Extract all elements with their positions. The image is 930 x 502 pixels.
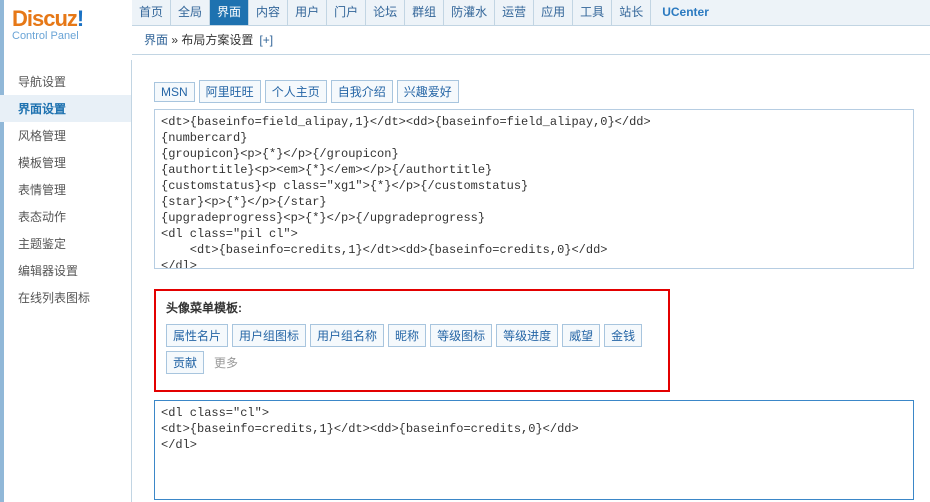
tag1-4[interactable]: 兴趣爱好 [397, 80, 459, 103]
topnav-item-6[interactable]: 论坛 [366, 0, 405, 25]
topnav-item-7[interactable]: 群组 [405, 0, 444, 25]
breadcrumb-sep: » [168, 33, 181, 47]
topnav-item-11[interactable]: 工具 [573, 0, 612, 25]
topnav-item-4[interactable]: 用户 [288, 0, 327, 25]
sidebar-item-1[interactable]: 界面设置 [0, 95, 131, 122]
breadcrumb-root[interactable]: 界面 [144, 33, 168, 47]
tag2-5[interactable]: 等级进度 [496, 324, 558, 347]
logo-subtitle: Control Panel [12, 30, 120, 42]
tag2-2[interactable]: 用户组名称 [310, 324, 384, 347]
tag2-4[interactable]: 等级图标 [430, 324, 492, 347]
tag2-1[interactable]: 用户组图标 [232, 324, 306, 347]
tag2-7[interactable]: 金钱 [604, 324, 642, 347]
more-tags[interactable]: 更多 [208, 352, 244, 373]
topnav-item-1[interactable]: 全局 [171, 0, 210, 25]
tag-row-2: 属性名片用户组图标用户组名称昵称等级图标等级进度威望金钱贡献更多 [166, 324, 658, 374]
breadcrumb-plus[interactable]: [+] [259, 33, 273, 47]
tag1-3[interactable]: 自我介绍 [331, 80, 393, 103]
sidebar-item-6[interactable]: 主题鉴定 [0, 230, 131, 257]
logo-text: Discuz [12, 6, 77, 31]
tag1-2[interactable]: 个人主页 [265, 80, 327, 103]
sidebar-item-2[interactable]: 风格管理 [0, 122, 131, 149]
sidebar-item-0[interactable]: 导航设置 [0, 68, 131, 95]
topnav-item-3[interactable]: 内容 [249, 0, 288, 25]
logo-area: Discuz! Control Panel [0, 0, 132, 52]
topnav-item-10[interactable]: 应用 [534, 0, 573, 25]
tag2-0[interactable]: 属性名片 [166, 324, 228, 347]
topnav-item-2[interactable]: 界面 [210, 0, 249, 25]
topnav-item-5[interactable]: 门户 [327, 0, 366, 25]
avatar-menu-section: 头像菜单模板: 属性名片用户组图标用户组名称昵称等级图标等级进度威望金钱贡献更多 [154, 289, 670, 392]
logo: Discuz! [12, 6, 120, 32]
sidebar-item-8[interactable]: 在线列表图标 [0, 284, 131, 311]
topnav-item-12[interactable]: 站长 [612, 0, 651, 25]
avatar-menu-label: 头像菜单模板: [166, 299, 658, 316]
tag-row-1: MSN阿里旺旺个人主页自我介绍兴趣爱好 [154, 80, 918, 103]
tag2-8[interactable]: 贡献 [166, 351, 204, 374]
breadcrumb: 界面 » 布局方案设置 [+] [132, 26, 930, 55]
sidebar-item-5[interactable]: 表态动作 [0, 203, 131, 230]
topnav-item-9[interactable]: 运营 [495, 0, 534, 25]
tag1-0[interactable]: MSN [154, 82, 195, 102]
topnav-item-8[interactable]: 防灌水 [444, 0, 495, 25]
tag2-3[interactable]: 昵称 [388, 324, 426, 347]
logo-bang: ! [77, 6, 83, 31]
sidebar-item-3[interactable]: 模板管理 [0, 149, 131, 176]
breadcrumb-current: 布局方案设置 [181, 33, 253, 47]
topnav-item-13[interactable]: UCenter [655, 0, 716, 25]
template-code-2[interactable]: <dl class="cl"> <dt>{baseinfo=credits,1}… [154, 400, 914, 500]
main-content: MSN阿里旺旺个人主页自我介绍兴趣爱好 <dt>{baseinfo=field_… [132, 56, 930, 502]
tag2-6[interactable]: 威望 [562, 324, 600, 347]
topnav-item-0[interactable]: 首页 [132, 0, 171, 25]
tag1-1[interactable]: 阿里旺旺 [199, 80, 261, 103]
sidebar-item-7[interactable]: 编辑器设置 [0, 257, 131, 284]
top-nav: 首页全局界面内容用户门户论坛群组防灌水运营应用工具站长UCenter [132, 0, 930, 26]
sidebar-item-4[interactable]: 表情管理 [0, 176, 131, 203]
sidebar: 导航设置界面设置风格管理模板管理表情管理表态动作主题鉴定编辑器设置在线列表图标 [0, 60, 132, 502]
template-code-1[interactable]: <dt>{baseinfo=field_alipay,1}</dt><dd>{b… [154, 109, 914, 269]
